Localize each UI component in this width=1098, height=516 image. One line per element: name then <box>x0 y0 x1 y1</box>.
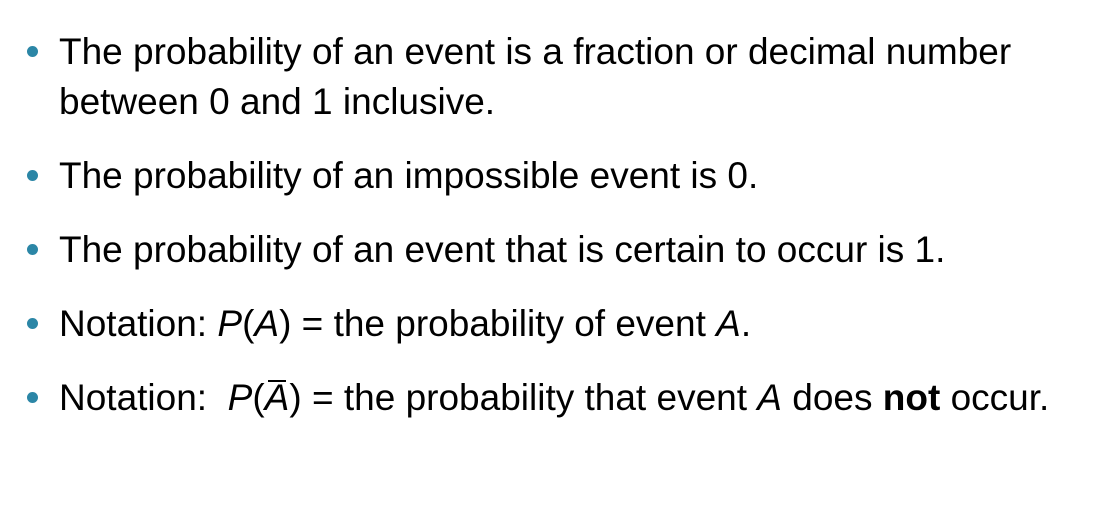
open-paren: ( <box>252 377 265 418</box>
event-variable-2: A <box>757 377 782 418</box>
notation-prefix: Notation: <box>59 303 218 344</box>
bullet-dot-icon <box>27 244 38 255</box>
bullet-dot-icon <box>27 46 38 57</box>
probability-function: P <box>217 303 243 344</box>
bullet-text: The probability of an impossible event i… <box>59 155 759 196</box>
emphasis-not: not <box>882 377 941 418</box>
bullet-item-notation-complement: Notation: P(A) = the probability that ev… <box>0 373 1098 423</box>
notation-prefix: Notation: <box>59 377 228 418</box>
event-variable-2: A <box>716 303 741 344</box>
notation-suffix: . <box>740 303 752 344</box>
bullet-list: The probability of an event is a fractio… <box>0 27 1098 423</box>
bullet-dot-icon <box>27 392 38 403</box>
bullet-item-certain-event: The probability of an event that is cert… <box>0 225 1098 275</box>
bullet-item-notation-p-a: Notation: P(A) = the probability of even… <box>0 299 1098 349</box>
slide: The probability of an event is a fractio… <box>0 0 1098 516</box>
notation-middle: does <box>781 377 883 418</box>
bullet-text: The probability of an event is a fractio… <box>59 31 1012 122</box>
bullet-dot-icon <box>27 170 38 181</box>
complement-event-variable: A <box>265 373 290 423</box>
probability-function: P <box>227 377 253 418</box>
notation-suffix: occur. <box>940 377 1050 418</box>
bullet-dot-icon <box>27 318 38 329</box>
bullet-text: The probability of an event that is cert… <box>59 229 946 270</box>
bullet-item-probability-range: The probability of an event is a fractio… <box>0 27 1098 127</box>
close-paren: ) <box>289 377 302 418</box>
notation-definition: = the probability of event <box>291 303 717 344</box>
notation-definition: = the probability that event <box>301 377 758 418</box>
event-variable: A <box>254 303 280 344</box>
bullet-item-impossible-event: The probability of an impossible event i… <box>0 151 1098 201</box>
open-paren: ( <box>242 303 255 344</box>
close-paren: ) <box>279 303 292 344</box>
